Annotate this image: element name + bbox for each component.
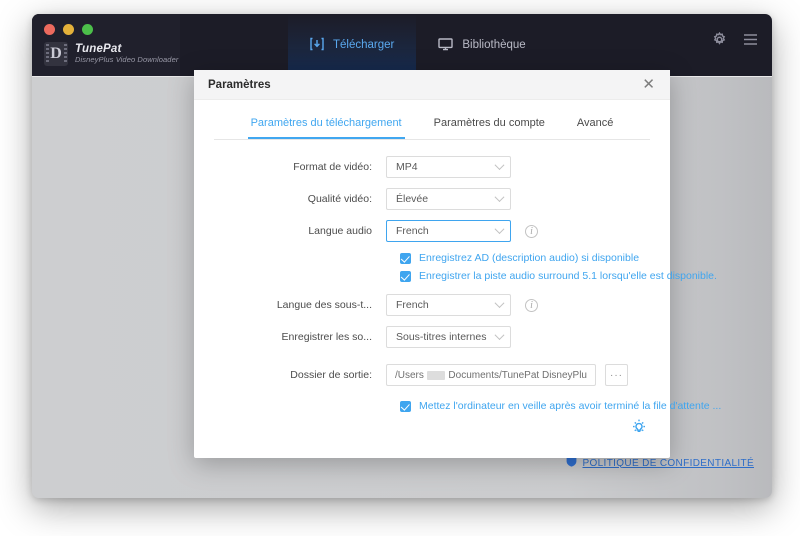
chevron-down-icon (494, 160, 505, 171)
tunepat-film-icon: D (44, 42, 68, 66)
window-titlebar: D TunePat DisneyPlus Video Downloader Té… (32, 14, 772, 76)
tab-parametres-du-telechargement[interactable]: Paramètres du téléchargement (247, 117, 405, 139)
audio-language-select[interactable]: French (386, 220, 511, 242)
output-path-prefix: /Users (395, 369, 424, 381)
video-format-select[interactable]: MP4 (386, 156, 511, 178)
desktop-backdrop: D TunePat DisneyPlus Video Downloader Té… (0, 0, 800, 536)
maximize-window-button[interactable] (82, 24, 93, 35)
dialog-title: Paramètres (208, 78, 271, 91)
window-traffic-lights[interactable] (44, 24, 93, 35)
nav-tab-label: Bibliothèque (462, 39, 526, 51)
select-value: MP4 (396, 161, 418, 173)
field-label: Langue audio (308, 225, 372, 237)
info-icon[interactable]: i (525, 298, 538, 312)
field-label: Qualité vidéo: (307, 193, 372, 205)
close-window-button[interactable] (44, 24, 55, 35)
field-label: Dossier de sortie: (290, 369, 372, 381)
brand-subtitle: DisneyPlus Video Downloader (75, 55, 179, 65)
app-logo: D TunePat DisneyPlus Video Downloader (44, 42, 178, 66)
select-value: Sous-titres internes (396, 331, 487, 343)
hamburger-menu-icon[interactable] (743, 33, 758, 51)
field-row-audio-language: Langue audio French i (204, 220, 642, 242)
select-value: French (396, 299, 429, 311)
checkbox-label: Enregistrer la piste audio surround 5.1 … (419, 270, 717, 282)
browse-folder-button[interactable]: ··· (605, 364, 628, 386)
application-window: D TunePat DisneyPlus Video Downloader Té… (32, 14, 772, 498)
field-row-subtitle-language: Langue des sous-t... French i (204, 294, 642, 316)
chevron-down-icon (494, 192, 505, 203)
field-label: Langue des sous-t... (276, 299, 372, 311)
checkbox-label: Mettez l'ordinateur en veille après avoi… (419, 400, 722, 412)
dialog-header: Paramètres ✕ (194, 70, 670, 100)
output-folder-input[interactable]: /Users Documents/TunePat DisneyPlu (386, 364, 596, 386)
lightbulb-icon[interactable] (630, 418, 650, 438)
record-ad-checkbox[interactable] (400, 252, 411, 264)
field-label: Enregistrer les so... (281, 331, 372, 343)
output-path-suffix: Documents/TunePat DisneyPlu (448, 369, 587, 381)
checkbox-row-record-ad[interactable]: Enregistrez AD (description audio) si di… (400, 252, 642, 264)
close-icon[interactable]: ✕ (639, 75, 658, 94)
field-row-output-folder: Dossier de sortie: /Users Documents/Tune… (204, 364, 642, 386)
titlebar-actions[interactable] (712, 31, 758, 52)
redacted-username (426, 370, 446, 380)
checkbox-row-record-surround[interactable]: Enregistrer la piste audio surround 5.1 … (400, 270, 717, 282)
select-value: Élevée (396, 193, 429, 205)
download-icon (310, 37, 324, 54)
gear-icon[interactable] (712, 31, 727, 52)
chevron-down-icon (494, 224, 505, 235)
minimize-window-button[interactable] (63, 24, 74, 35)
select-value: French (396, 225, 429, 237)
video-quality-select[interactable]: Élevée (386, 188, 511, 210)
chevron-down-icon (494, 330, 505, 341)
sleep-after-queue-checkbox[interactable] (400, 400, 411, 412)
field-row-save-subtitles: Enregistrer les so... Sous-titres intern… (204, 326, 642, 348)
field-row-video-format: Format de vidéo: MP4 (204, 156, 642, 178)
subtitle-language-select[interactable]: French (386, 294, 511, 316)
dialog-tab-bar[interactable]: Paramètres du téléchargement Paramètres … (214, 100, 650, 140)
settings-dialog: Paramètres ✕ Paramètres du téléchargemen… (194, 70, 721, 458)
info-icon[interactable]: i (525, 224, 538, 238)
save-subtitles-select[interactable]: Sous-titres internes (386, 326, 511, 348)
field-row-video-quality: Qualité vidéo: Élevée (204, 188, 642, 210)
nav-tab-bibliotheque[interactable]: Bibliothèque (416, 14, 547, 76)
chevron-down-icon (494, 298, 505, 309)
audio-options-group: Enregistrez AD (description audio) si di… (204, 252, 717, 282)
nav-tab-label: Télécharger (333, 39, 395, 51)
settings-form: Format de vidéo: MP4 Qualité vidéo: Élev… (194, 140, 721, 412)
tab-avance[interactable]: Avancé (574, 117, 617, 139)
nav-tab-telecharger[interactable]: Télécharger (288, 14, 417, 76)
record-surround-checkbox[interactable] (400, 270, 411, 282)
tab-parametres-du-compte[interactable]: Paramètres du compte (431, 117, 548, 139)
checkbox-label: Enregistrez AD (description audio) si di… (419, 252, 640, 264)
privacy-policy-link[interactable]: POLITIQUE DE CONFIDENTIALITÉ (583, 458, 755, 469)
main-navigation-tabs[interactable]: Télécharger Bibliothèque (288, 14, 548, 76)
field-label: Format de vidéo: (293, 161, 372, 173)
monitor-icon (438, 37, 454, 54)
checkbox-row-sleep-after-queue[interactable]: Mettez l'ordinateur en veille après avoi… (400, 400, 721, 412)
